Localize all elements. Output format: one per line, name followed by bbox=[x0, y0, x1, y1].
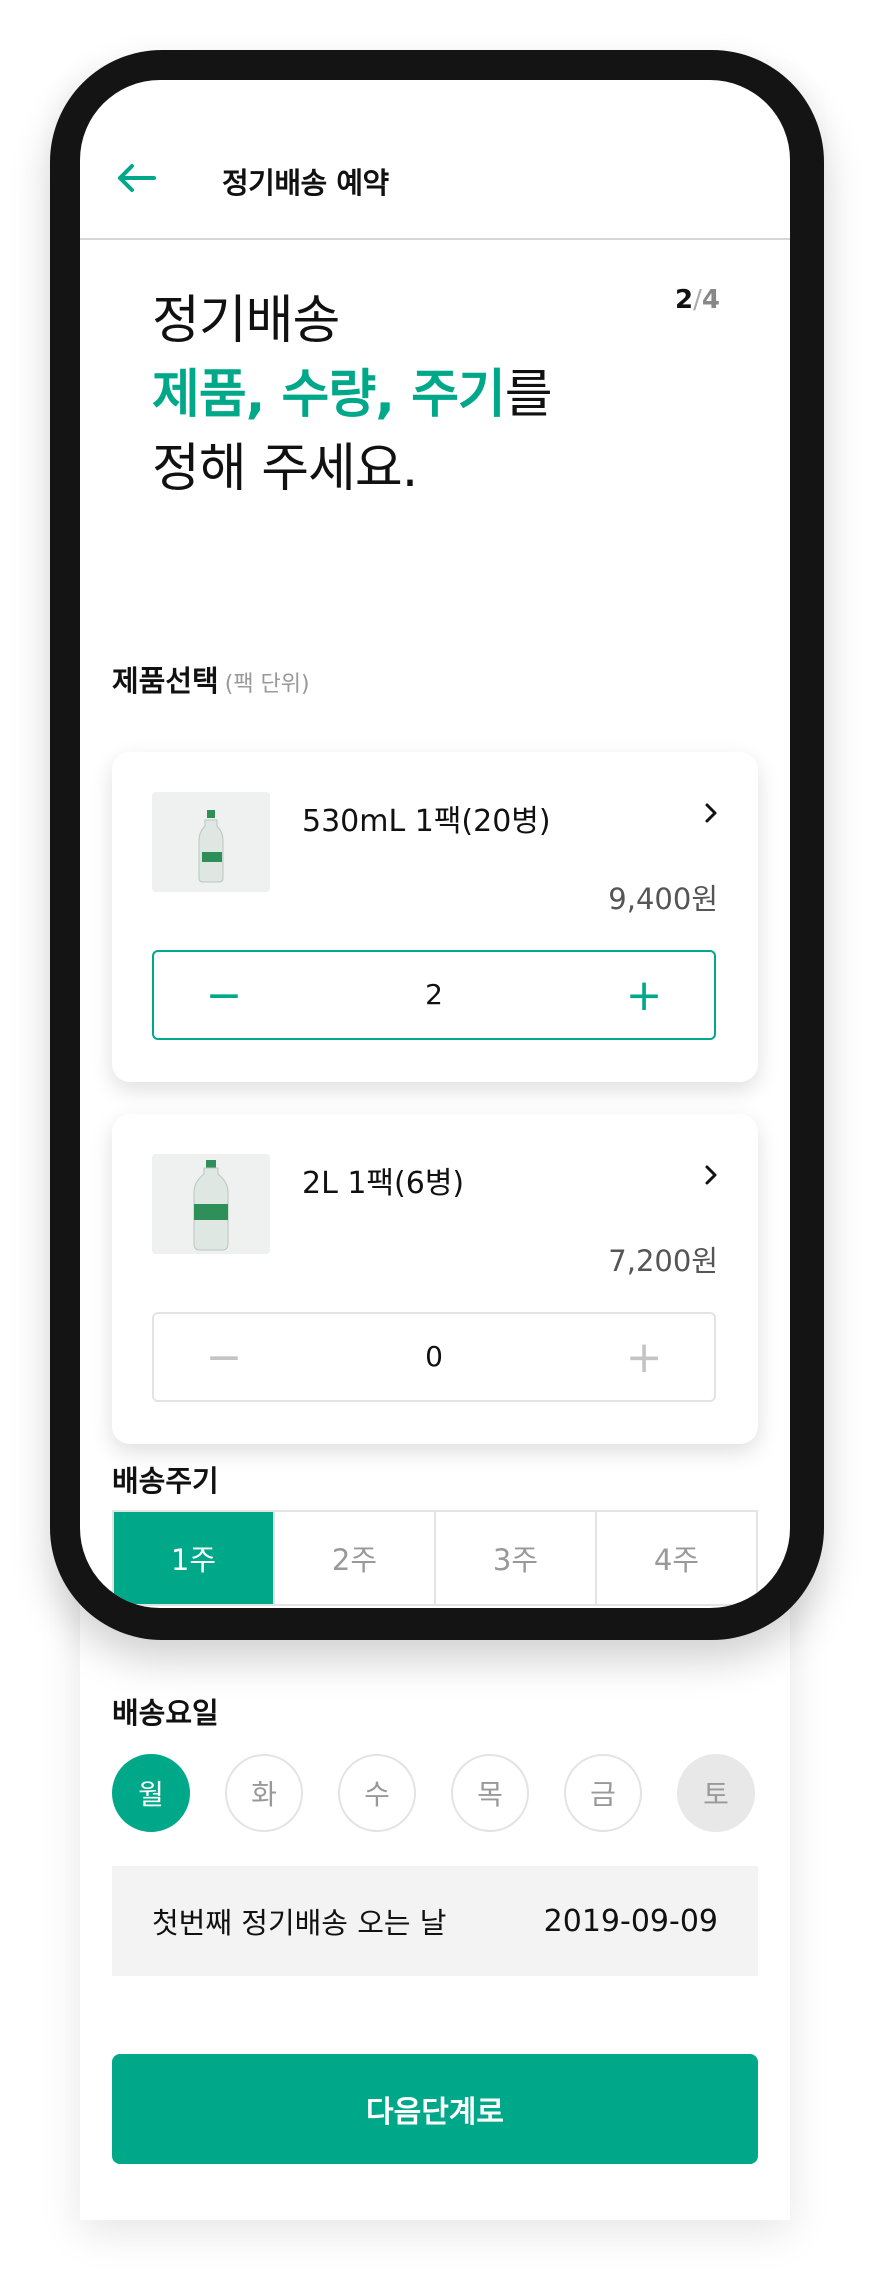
hero-heading: 정기배송 제품, 수량, 주기를 정해 주세요. bbox=[152, 284, 553, 506]
day-wed[interactable]: 수 bbox=[338, 1754, 416, 1832]
product-price: 9,400원 bbox=[608, 882, 718, 916]
day-mon[interactable]: 월 bbox=[112, 1754, 190, 1832]
cycle-tab-4[interactable]: 4주 bbox=[597, 1512, 756, 1604]
bottle-large-icon bbox=[152, 1154, 270, 1254]
quantity-stepper: − 2 + bbox=[152, 950, 716, 1040]
cycle-section-label: 배송주기 bbox=[112, 1464, 219, 1498]
step-current: 2 bbox=[675, 285, 694, 315]
page-title: 정기배송 예약 bbox=[222, 166, 389, 200]
product-price: 7,200원 bbox=[608, 1244, 718, 1278]
quantity-stepper: − 0 + bbox=[152, 1312, 716, 1402]
arrow-left-icon[interactable] bbox=[116, 164, 156, 192]
day-tue[interactable]: 화 bbox=[225, 1754, 303, 1832]
step-total: 4 bbox=[701, 285, 720, 315]
step-separator: / bbox=[693, 285, 702, 315]
app-header: 정기배송 예약 bbox=[80, 80, 790, 240]
chevron-right-icon[interactable] bbox=[704, 802, 718, 824]
day-section-label: 배송요일 bbox=[112, 1696, 219, 1730]
bottle-small-icon bbox=[152, 792, 270, 892]
app-canvas: 정기배송 예약 정기배송 제품, 수량, 주기를 정해 주세요. 2/4 제품선… bbox=[0, 0, 888, 2284]
cycle-tab-3[interactable]: 3주 bbox=[436, 1512, 597, 1604]
cycle-tabs: 1주 2주 3주 4주 bbox=[112, 1510, 758, 1606]
next-step-button[interactable]: 다음단계로 bbox=[112, 2054, 758, 2164]
products-unit-note: (팩 단위) bbox=[224, 672, 310, 697]
product-name: 2L 1팩(6병) bbox=[302, 1166, 465, 1201]
chevron-right-icon[interactable] bbox=[704, 1164, 718, 1186]
day-selector: 월 화 수 목 금 토 bbox=[112, 1754, 758, 1834]
day-sat: 토 bbox=[677, 1754, 755, 1832]
cycle-tab-1[interactable]: 1주 bbox=[114, 1512, 275, 1604]
plus-button[interactable]: + bbox=[594, 952, 694, 1038]
hero-accent: 제품, 수량, 주기 bbox=[152, 365, 506, 425]
first-delivery-info: 첫번째 정기배송 오는 날 2019-09-09 bbox=[112, 1866, 758, 1976]
products-section-label: 제품선택 (팩 단위) bbox=[112, 658, 310, 700]
below-frame-content: 배송요일 월 화 수 목 금 토 첫번째 정기배송 오는 날 2019-09-0… bbox=[80, 1640, 790, 2220]
first-delivery-label: 첫번째 정기배송 오는 날 bbox=[152, 1906, 447, 1940]
cycle-tab-2[interactable]: 2주 bbox=[275, 1512, 436, 1604]
phone-screen: 정기배송 예약 정기배송 제품, 수량, 주기를 정해 주세요. 2/4 제품선… bbox=[80, 80, 790, 1608]
product-card: 2L 1팩(6병) 7,200원 − 0 + bbox=[112, 1114, 758, 1444]
step-indicator: 2/4 bbox=[675, 285, 720, 315]
hero-line-3: 정해 주세요. bbox=[152, 439, 418, 499]
product-name: 530mL 1팩(20병) bbox=[302, 804, 551, 839]
product-card: 530mL 1팩(20병) 9,400원 − 2 + bbox=[112, 752, 758, 1082]
hero-line-1: 정기배송 bbox=[152, 291, 340, 351]
day-fri[interactable]: 금 bbox=[564, 1754, 642, 1832]
hero-line-2: 제품, 수량, 주기를 bbox=[152, 358, 553, 432]
first-delivery-date: 2019-09-09 bbox=[543, 1903, 718, 1939]
day-thu[interactable]: 목 bbox=[451, 1754, 529, 1832]
hero-particle: 를 bbox=[504, 365, 553, 425]
product-image bbox=[152, 792, 270, 892]
plus-button[interactable]: + bbox=[594, 1314, 694, 1400]
products-label: 제품선택 bbox=[112, 664, 219, 698]
product-image bbox=[152, 1154, 270, 1254]
